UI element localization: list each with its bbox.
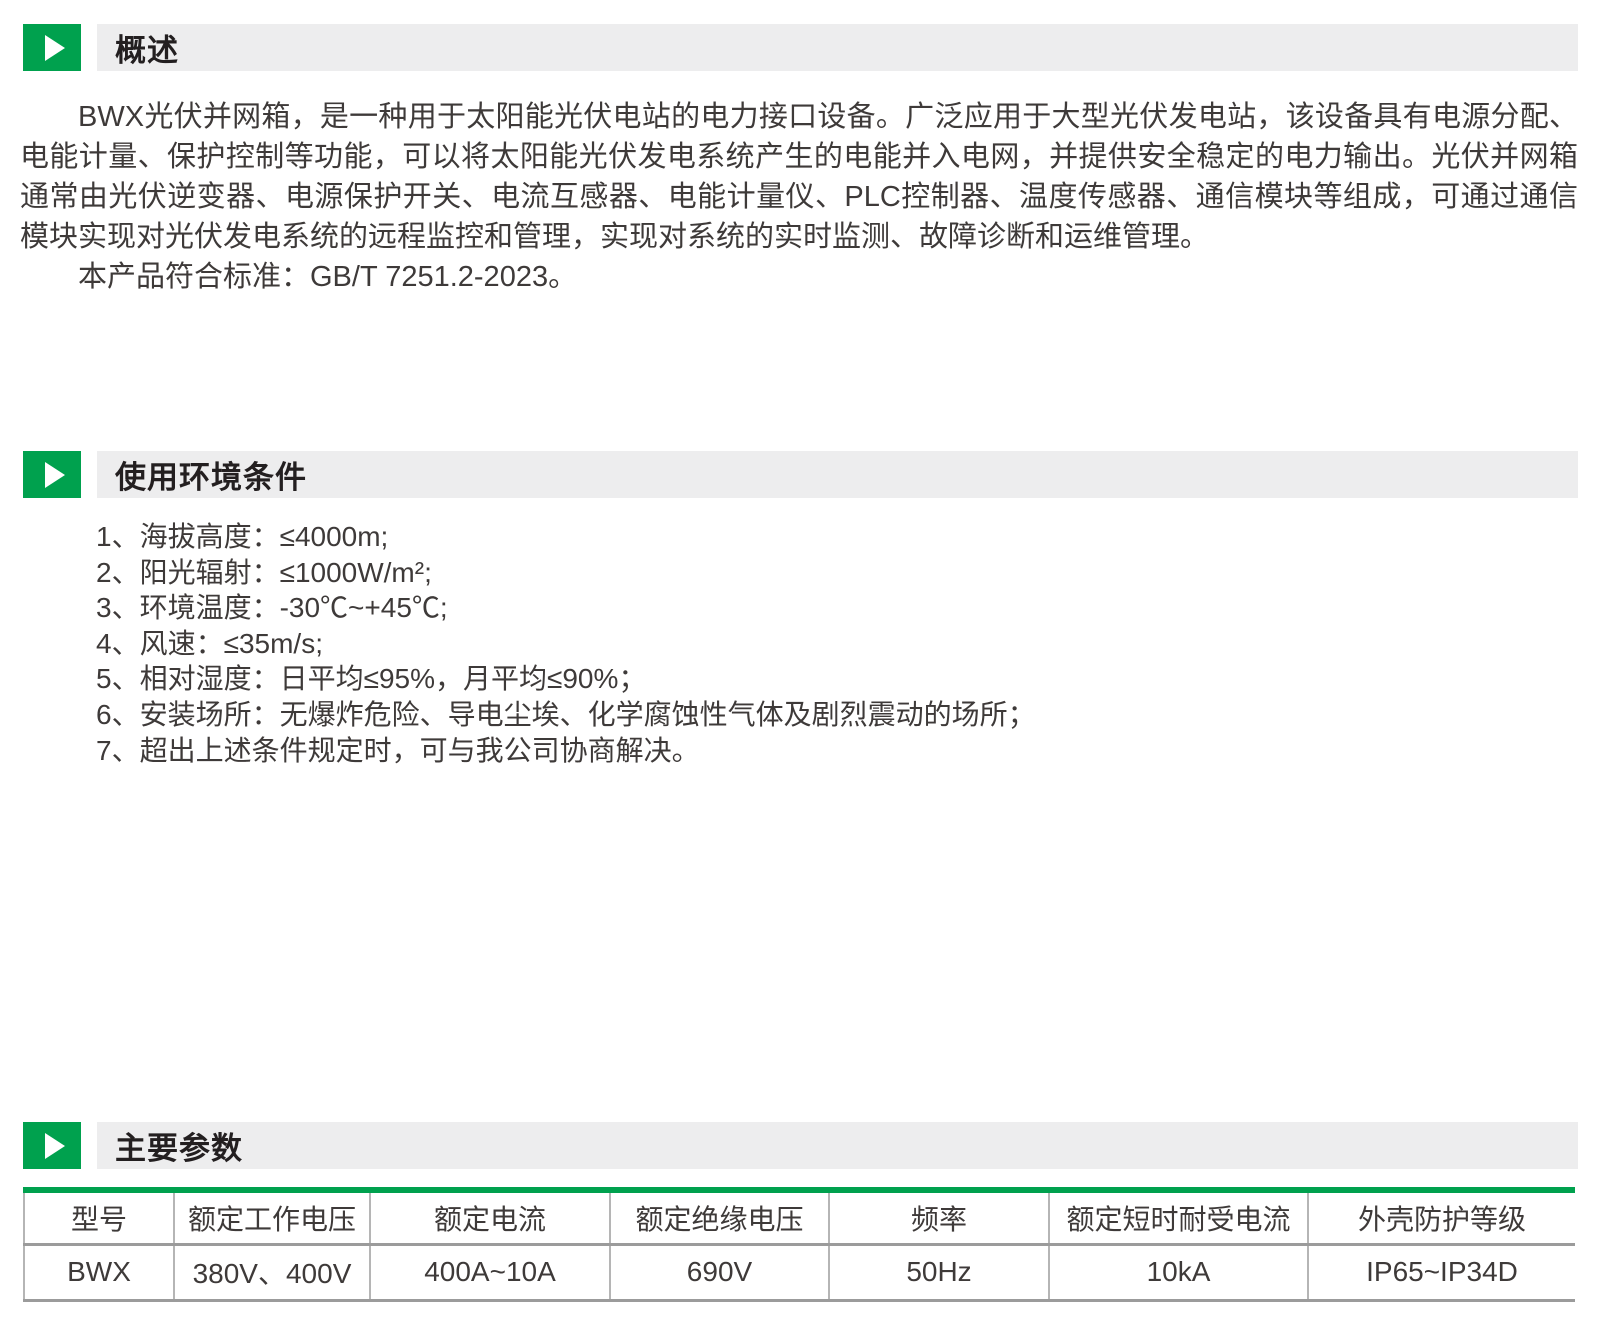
param-value-ip-rating: IP65~IP34D [1308, 1244, 1575, 1300]
list-item: 4、风速：≤35m/s; [96, 626, 1560, 662]
section-header-overview: 概述 [23, 24, 1578, 71]
section-title-parameters: 主要参数 [115, 1123, 243, 1168]
list-item: 7、超出上述条件规定时，可与我公司协商解决。 [96, 733, 1560, 769]
column-header: 频率 [829, 1190, 1049, 1244]
list-item: 1、海拔高度：≤4000m; [96, 519, 1560, 555]
column-header: 外壳防护等级 [1308, 1190, 1575, 1244]
list-item: 6、安装场所：无爆炸危险、导电尘埃、化学腐蚀性气体及剧烈震动的场所； [96, 697, 1560, 733]
parameters-table: 型号 额定工作电压 额定电流 额定绝缘电压 频率 额定短时耐受电流 外壳防护等级… [23, 1187, 1575, 1302]
section-title-environment: 使用环境条件 [115, 452, 307, 497]
play-triangle-icon [45, 462, 65, 488]
play-triangle-icon [45, 1133, 65, 1159]
column-header: 型号 [24, 1190, 174, 1244]
green-marker [23, 1122, 81, 1169]
column-header: 额定工作电压 [174, 1190, 370, 1244]
param-value-rated-working-voltage: 380V、400V [174, 1244, 370, 1300]
section-header-environment: 使用环境条件 [23, 451, 1578, 498]
overview-paragraph: BWX光伏并网箱，是一种用于太阳能光伏电站的电力接口设备。广泛应用于大型光伏发电… [20, 97, 1578, 257]
section-title-bar: 使用环境条件 [97, 451, 1578, 498]
green-marker [23, 24, 81, 71]
section-title-overview: 概述 [115, 25, 179, 70]
section-header-parameters: 主要参数 [23, 1122, 1578, 1169]
column-header: 额定绝缘电压 [610, 1190, 829, 1244]
environment-conditions-list: 1、海拔高度：≤4000m; 2、阳光辐射：≤1000W/m²; 3、环境温度：… [96, 519, 1560, 768]
column-header: 额定短时耐受电流 [1049, 1190, 1308, 1244]
param-value-model: BWX [24, 1244, 174, 1300]
section-title-bar: 概述 [97, 24, 1578, 71]
table-header-row: 型号 额定工作电压 额定电流 额定绝缘电压 频率 额定短时耐受电流 外壳防护等级 [24, 1190, 1575, 1244]
column-header: 额定电流 [370, 1190, 610, 1244]
green-marker [23, 451, 81, 498]
play-triangle-icon [45, 35, 65, 61]
standard-compliance-line: 本产品符合标准：GB/T 7251.2-2023。 [20, 257, 1578, 297]
list-item: 5、相对湿度：日平均≤95%，月平均≤90%； [96, 661, 1560, 697]
param-value-frequency: 50Hz [829, 1244, 1049, 1300]
section-title-bar: 主要参数 [97, 1122, 1578, 1169]
list-item: 2、阳光辐射：≤1000W/m²; [96, 555, 1560, 591]
overview-text-block: BWX光伏并网箱，是一种用于太阳能光伏电站的电力接口设备。广泛应用于大型光伏发电… [20, 97, 1578, 297]
param-value-rated-current: 400A~10A [370, 1244, 610, 1300]
param-value-short-time-withstand-current: 10kA [1049, 1244, 1308, 1300]
list-item: 3、环境温度：-30℃~+45℃; [96, 590, 1560, 626]
table-row: BWX 380V、400V 400A~10A 690V 50Hz 10kA IP… [24, 1244, 1575, 1300]
param-value-rated-insulation-voltage: 690V [610, 1244, 829, 1300]
